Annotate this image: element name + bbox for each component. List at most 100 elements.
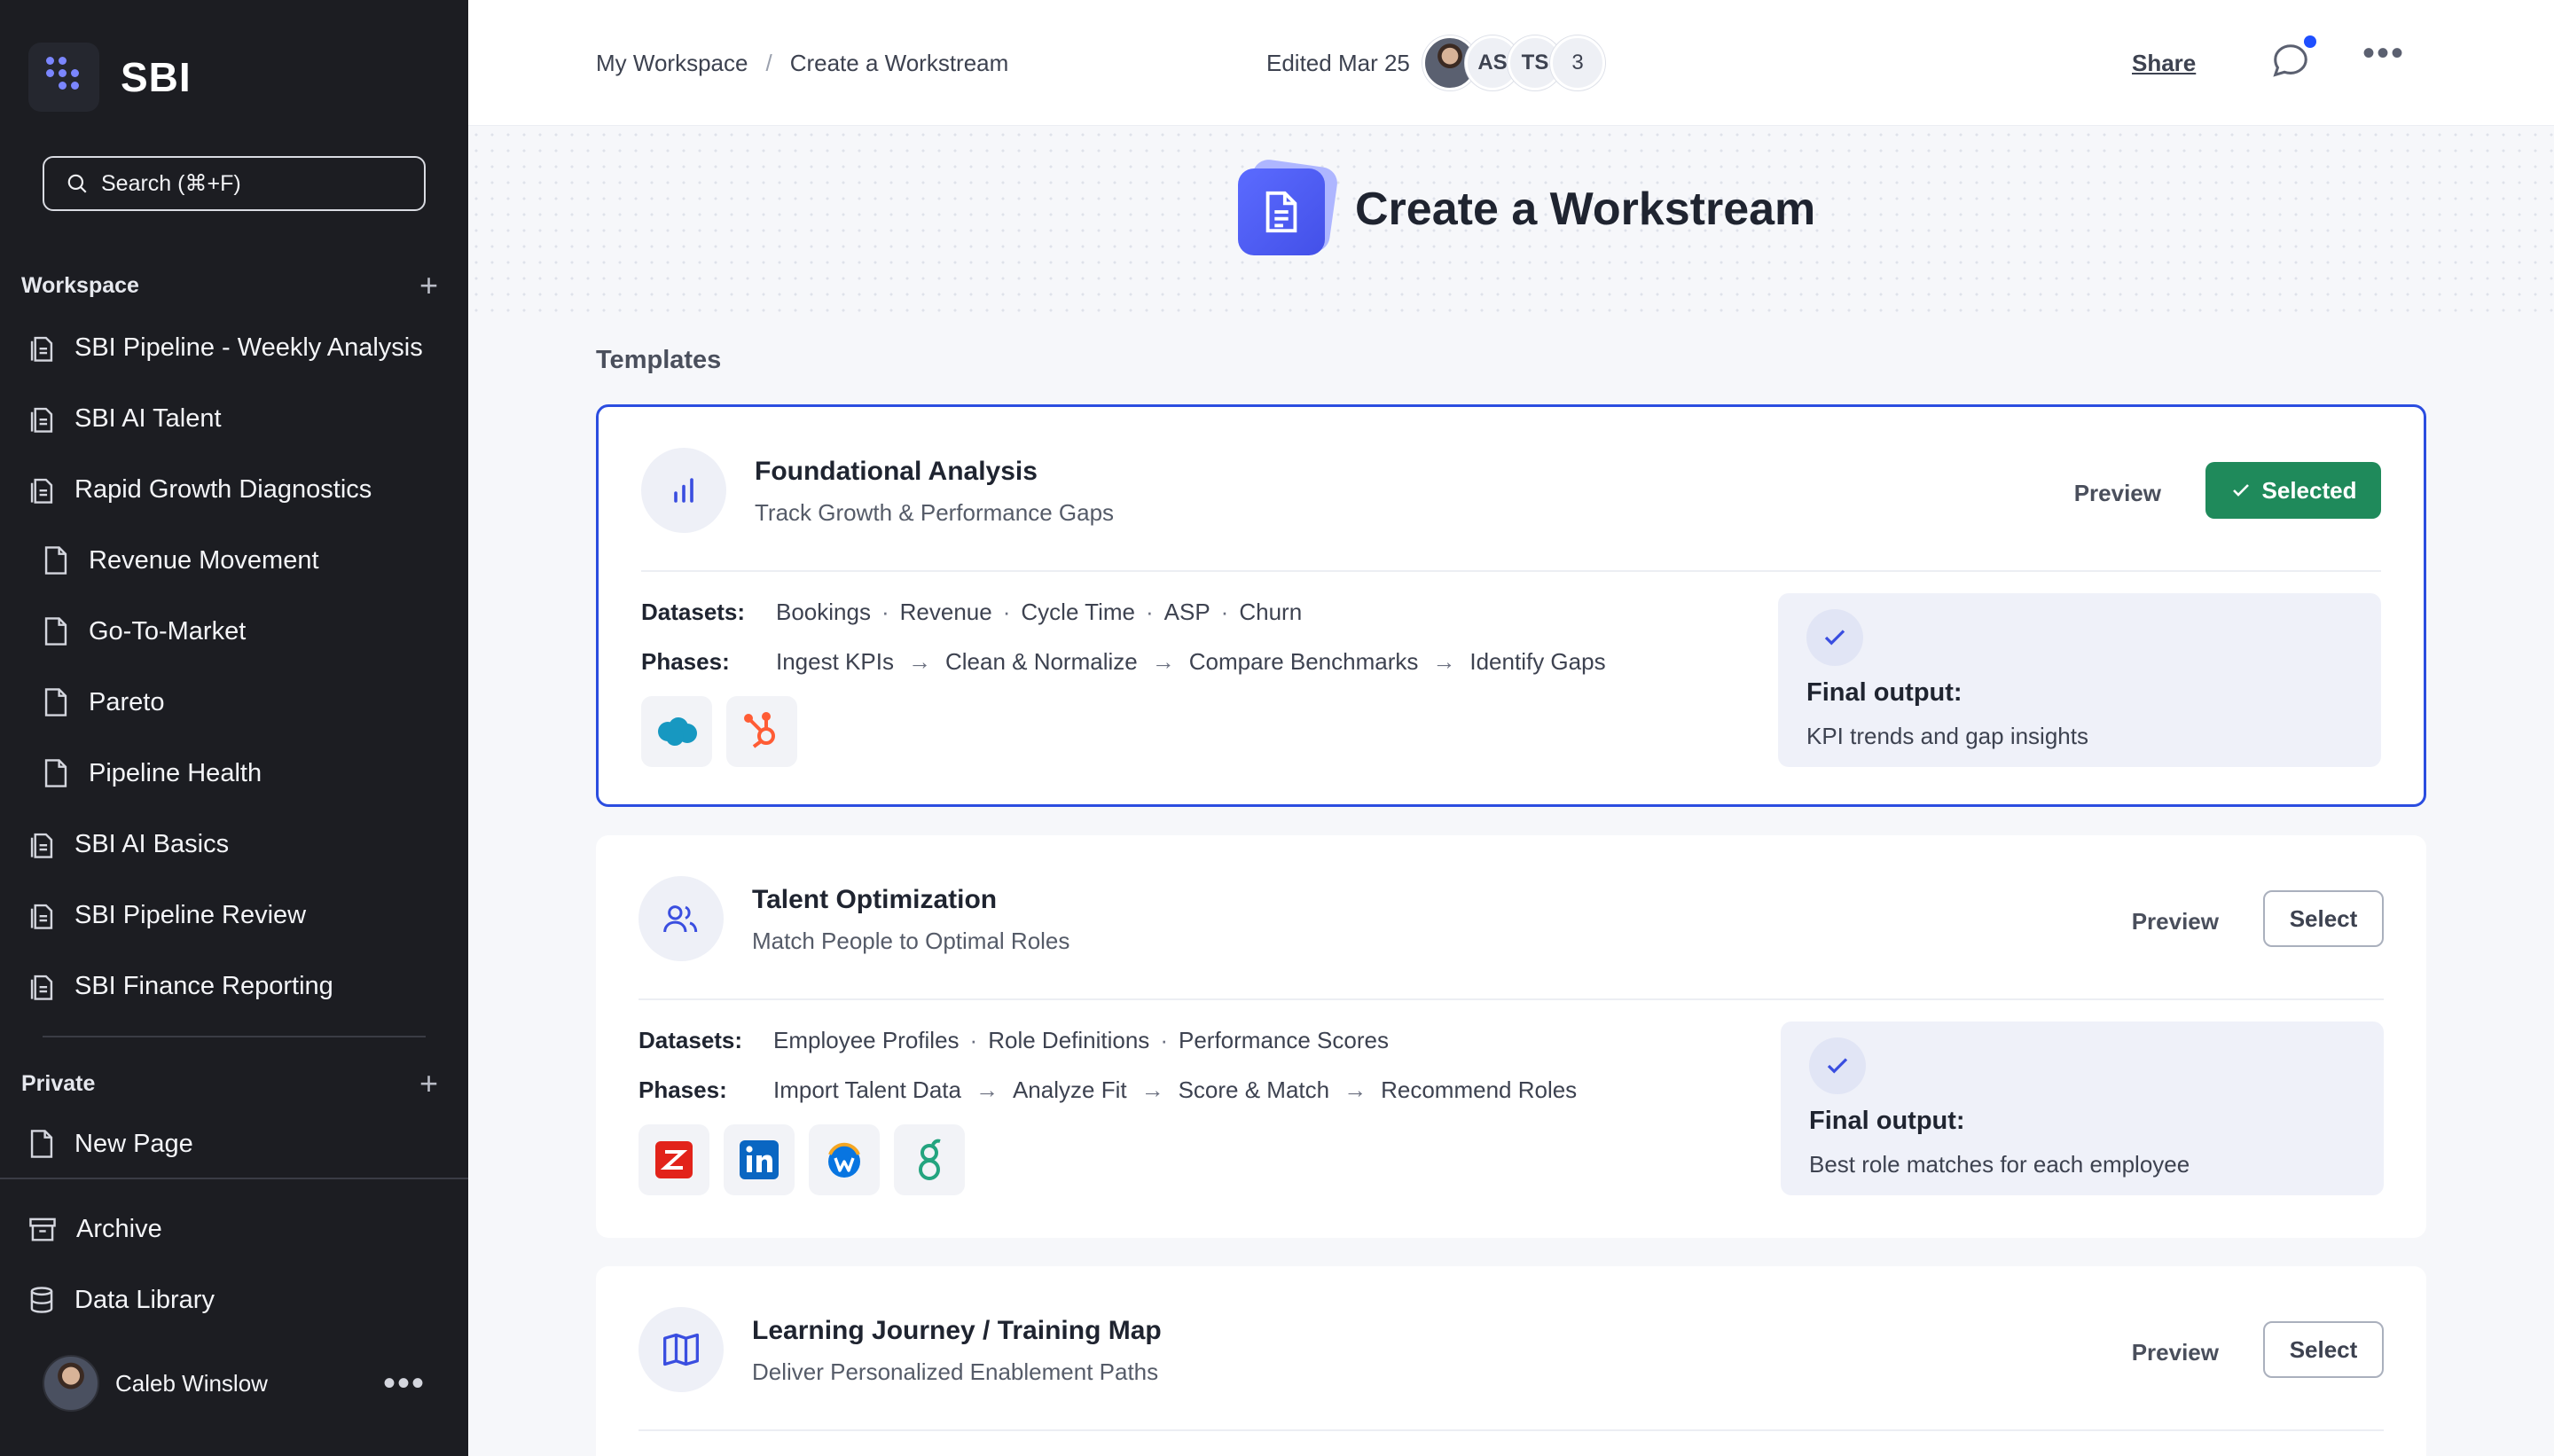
sidebar-item-new-page[interactable]: New Page	[28, 1119, 193, 1169]
dataset-item: Employee Profiles	[773, 1027, 960, 1053]
sidebar-item[interactable]: SBI Pipeline Review	[28, 890, 306, 940]
edited-timestamp: Edited Mar 25	[1266, 50, 1410, 76]
dataset-item: Role Definitions	[988, 1027, 1150, 1053]
add-workspace-page-icon[interactable]: +	[419, 270, 438, 301]
sidebar-item[interactable]: SBI Pipeline - Weekly Analysis	[28, 323, 423, 372]
template-card-foundational-analysis[interactable]: Foundational Analysis Track Growth & Per…	[596, 404, 2426, 807]
user-menu-icon[interactable]: •••	[383, 1366, 426, 1401]
template-card-learning-journey[interactable]: Learning Journey / Training Map Deliver …	[596, 1266, 2426, 1456]
arrow-icon: →	[1140, 1076, 1164, 1103]
private-label: Private	[21, 1070, 96, 1096]
sidebar-item[interactable]: Go-To-Market	[43, 607, 246, 656]
breadcrumb-my-workspace[interactable]: My Workspace	[596, 50, 748, 77]
breadcrumb-current[interactable]: Create a Workstream	[790, 50, 1009, 77]
phase-item: Compare Benchmarks	[1188, 648, 1419, 675]
add-private-page-icon[interactable]: +	[419, 1068, 438, 1100]
template-card-talent-optimization[interactable]: Talent Optimization Match People to Opti…	[596, 835, 2426, 1238]
more-options-icon[interactable]: •••	[2362, 35, 2405, 71]
stack-doc-icon	[30, 975, 53, 1000]
database-icon	[30, 1287, 53, 1313]
greenhouse-logo-icon	[894, 1124, 965, 1195]
sidebar-item-label: SBI Pipeline - Weekly Analysis	[74, 333, 423, 362]
phases-list: Import Talent Data → Analyze Fit → Score & M…	[773, 1076, 1577, 1104]
template-subtitle: Track Growth & Performance Gaps	[755, 499, 1115, 526]
template-subtitle: Deliver Personalized Enablement Paths	[752, 1358, 1159, 1385]
datasets-label: Datasets:	[641, 599, 746, 625]
sidebar-item[interactable]: SBI Finance Reporting	[28, 961, 333, 1011]
final-output-value: Best role matches for each employee	[1809, 1151, 2190, 1178]
sidebar-item-archive[interactable]: Archive	[28, 1204, 162, 1254]
brand[interactable]: SBI	[28, 43, 192, 112]
preview-button[interactable]: Preview	[2132, 1339, 2219, 1366]
sidebar-item-label: Go-To-Market	[89, 616, 247, 646]
dot-separator: ·	[1220, 599, 1229, 625]
dataset-item: Churn	[1239, 599, 1303, 625]
sidebar-item[interactable]: SBI AI Talent	[28, 394, 222, 443]
user-profile[interactable]: Caleb Winslow •••	[43, 1355, 426, 1412]
final-output-value: KPI trends and gap insights	[1806, 723, 2088, 749]
doc-icon	[44, 546, 67, 575]
sidebar-item-label: Archive	[76, 1214, 162, 1243]
search-icon	[67, 174, 87, 193]
phase-item: Analyze Fit	[1012, 1076, 1127, 1103]
sidebar-item[interactable]: Pareto	[43, 677, 164, 727]
sidebar-item-label: New Page	[74, 1129, 193, 1158]
template-title: Foundational Analysis	[755, 457, 1038, 486]
sidebar-item[interactable]: Pipeline Health	[43, 748, 262, 798]
sidebar-item[interactable]: Rapid Growth Diagnostics	[28, 465, 372, 514]
workspace-section-header: Workspace +	[21, 270, 438, 301]
sidebar-item-label: SBI AI Basics	[74, 829, 230, 858]
search-input[interactable]: Search (⌘+F)	[43, 156, 426, 211]
salesforce-logo-icon	[641, 696, 712, 767]
collaborator-avatars[interactable]: AS TS 3	[1422, 35, 1605, 90]
check-circle-icon	[1809, 1037, 1866, 1094]
arrow-icon: →	[975, 1076, 999, 1103]
sidebar-item-label: Data Library	[74, 1285, 215, 1314]
sidebar-item-label: Pareto	[89, 687, 165, 716]
user-name: Caleb Winslow	[115, 1369, 268, 1397]
sidebar-item-label: Revenue Movement	[89, 545, 319, 575]
sidebar-item-data-library[interactable]: Data Library	[28, 1275, 215, 1325]
sidebar-item[interactable]: SBI AI Basics	[28, 819, 229, 869]
phase-item: Identify Gaps	[1469, 648, 1606, 675]
stack-doc-icon	[30, 407, 53, 433]
workday-logo-icon	[809, 1124, 880, 1195]
final-output-label: Final output:	[1809, 1107, 1965, 1135]
dataset-item: Bookings	[776, 599, 871, 625]
workspace-label: Workspace	[21, 272, 139, 298]
selected-button[interactable]: Selected	[2205, 462, 2381, 519]
dot-separator: ·	[881, 599, 889, 625]
stack-doc-icon	[30, 478, 53, 504]
select-button[interactable]: Select	[2263, 1321, 2384, 1378]
card-divider	[641, 570, 2381, 572]
sidebar-item-label: Pipeline Health	[89, 758, 262, 787]
notification-dot	[2304, 35, 2316, 48]
arrow-icon: →	[1344, 1076, 1367, 1103]
phases-label: Phases:	[638, 1076, 727, 1103]
share-button[interactable]: Share	[2132, 50, 2196, 77]
phase-item: Clean & Normalize	[944, 648, 1138, 675]
dataset-item: Performance Scores	[1178, 1027, 1389, 1053]
phases-list: Ingest KPIs → Clean & Normalize → Compare Be…	[776, 648, 1606, 676]
arrow-icon: →	[1151, 648, 1175, 675]
dot-separator: ·	[969, 1027, 978, 1053]
bar-chart-icon	[641, 448, 726, 533]
select-button[interactable]: Select	[2263, 890, 2384, 947]
breadcrumb: My Workspace / Create a Workstream	[596, 50, 1008, 77]
sidebar-item-label: SBI Pipeline Review	[74, 900, 307, 929]
sidebar-item-label: Rapid Growth Diagnostics	[74, 474, 372, 504]
selected-label: Selected	[2261, 476, 2357, 504]
preview-button[interactable]: Preview	[2074, 480, 2161, 507]
document-icon	[1238, 168, 1325, 255]
sidebar-item-label: SBI AI Talent	[74, 403, 222, 433]
final-output-panel: Final output: KPI trends and gap insight…	[1778, 593, 2381, 767]
sidebar: SBI Search (⌘+F) Workspace + SBI Pipelin…	[0, 0, 468, 1456]
sidebar-item[interactable]: Revenue Movement	[43, 536, 319, 585]
doc-icon	[44, 688, 67, 716]
users-icon	[638, 876, 724, 961]
dot-separator: ·	[1002, 599, 1011, 625]
comments-icon[interactable]	[2270, 41, 2311, 82]
sidebar-item-label: SBI Finance Reporting	[74, 971, 333, 1000]
datasets-list: Bookings · Revenue · Cycle Time · ASP · Churn	[776, 599, 1302, 626]
preview-button[interactable]: Preview	[2132, 908, 2219, 935]
